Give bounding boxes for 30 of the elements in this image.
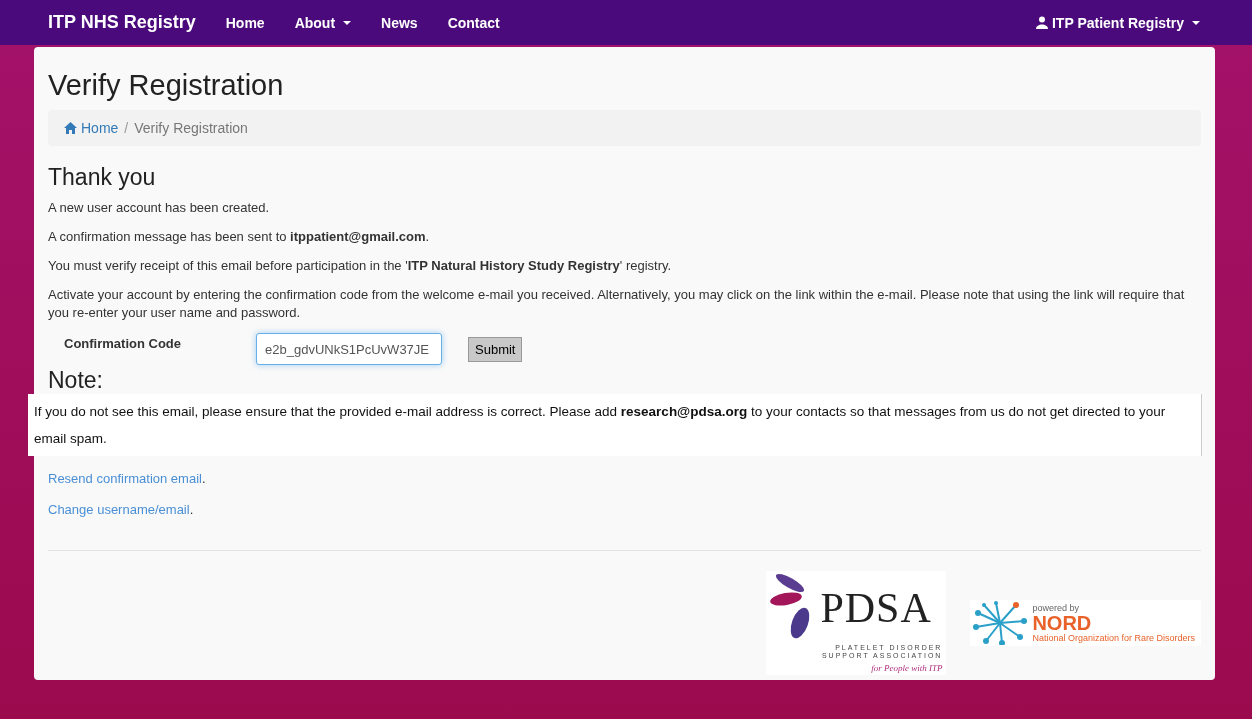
field-label: Confirmation Code [63,335,182,351]
nav-link[interactable]: Home [225,14,265,31]
logo-tagline: for People with ITP [871,662,943,673]
page-title: Verify Registration [48,69,285,102]
paragraph: You must verify receipt of this email before participation in the 'ITP Natural History Study Registry' registry. [48,256,673,275]
period-text: . [189,502,194,518]
nav-link[interactable]: Contact [447,14,500,31]
submit-button[interactable]: Submit [468,336,523,362]
paragraph: A new user account has been created. [48,199,271,217]
logo-text: NORD [1032,612,1093,633]
home-icon [64,122,77,134]
breadcrumb-link[interactable]: Home [64,120,119,136]
note-text: If you do not see this email, please ensure that the provided e-mail address is correct. Please add research@pdsa.org to your contacts so that messages from us do not get directed to your email spam. [34,404,1166,447]
period-text: . [201,471,206,487]
user-menu[interactable]: ITP Patient Registry [1036,14,1200,31]
nav-link[interactable]: News [381,14,418,31]
logo-text: powered by [1032,602,1080,613]
logo-text: PDSA [820,583,932,632]
note-heading: Note: [48,367,104,395]
confirmation-code-field[interactable]: e2b_gdvUNkS1PcUvW37JE [256,333,442,366]
user-icon [1036,16,1048,29]
paragraph: A confirmation message has been sent to itppatient@gmail.com. [48,227,431,246]
section-heading: Thank you [48,164,157,191]
network-icon [972,600,1029,645]
brand-link[interactable]: ITP NHS Registry [48,12,196,33]
breadcrumb-current: Verify Registration [134,120,248,136]
paragraph: Activate your account by entering the confirmation code from the welcome e-mail you received. Alternatively, you may click on the link within the e-mail. Please note that using the link will require that you re-enter your user name and password. [48,285,1186,323]
logo-text: National Organization for Rare Disorders [1032,632,1195,643]
breadcrumb-separator: / [124,120,129,136]
nav-link[interactable]: About [294,14,352,31]
